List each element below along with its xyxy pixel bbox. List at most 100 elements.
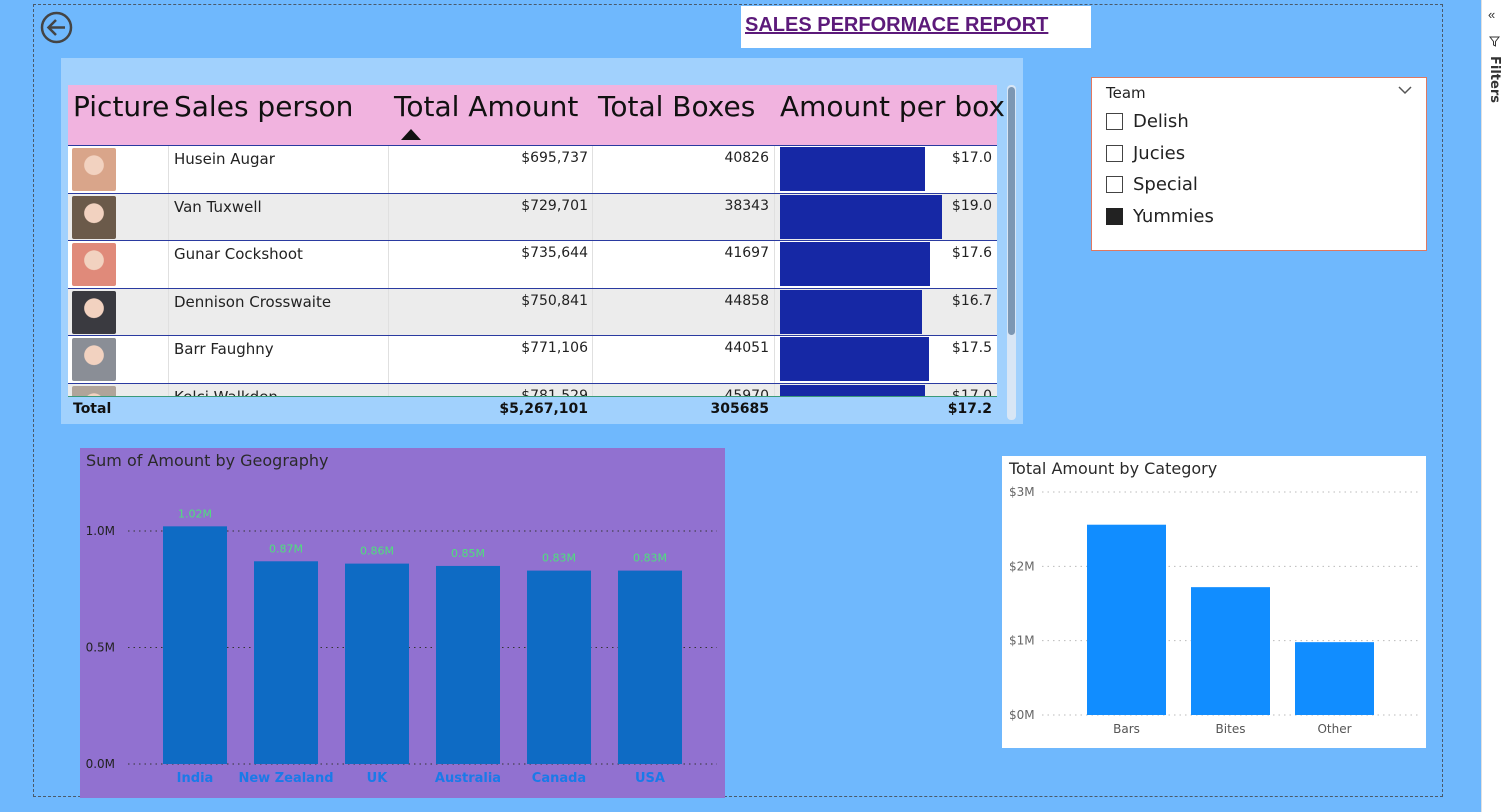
- x-tick-label: Bars: [1113, 722, 1140, 736]
- table-row[interactable]: Husein Augar $695,737 40826 $17.0: [68, 145, 997, 193]
- total-boxes-cell: 45970: [724, 387, 769, 397]
- report-title: SALES PERFORMACE REPORT: [745, 14, 1049, 36]
- header-sales-person[interactable]: Sales person: [174, 90, 353, 123]
- amount-per-box-cell: $19.0: [951, 197, 992, 214]
- bar[interactable]: [1191, 587, 1270, 715]
- category-bar-chart: Total Amount by Category $0M $1M $2M $3M Bar…: [1002, 456, 1426, 748]
- geo-chart-plot: 0.0M 0.5M 1.0M 1.02M India 0.87M New Zealand 0.…: [86, 507, 717, 786]
- geography-bar-chart: Sum of Amount by Geography 0.0M 0.5M 1.0M 1…: [80, 448, 725, 798]
- sales-person-name: Van Tuxwell: [174, 197, 262, 216]
- avatar: [72, 290, 116, 334]
- avatar: [72, 338, 116, 381]
- sales-table-visual: Picture Sales person Total Amount Total …: [61, 58, 1023, 424]
- table-scrollbar[interactable]: [1007, 85, 1016, 420]
- y-tick-label: $2M: [1009, 559, 1035, 573]
- cell-separator: [774, 241, 775, 288]
- sales-person-name: Husein Augar: [174, 150, 275, 168]
- sort-ascending-icon: [401, 129, 421, 140]
- amount-per-box-databar: [780, 194, 942, 239]
- team-slicer: Team Delish Jucies Special Yummies: [1091, 77, 1427, 251]
- collapse-pane-icon[interactable]: «: [1488, 7, 1495, 22]
- table-row[interactable]: Van Tuxwell $729,701 38343 $19.0: [68, 192, 997, 241]
- cell-separator: [168, 241, 169, 288]
- x-tick-label: UK: [367, 771, 389, 786]
- slicer-item-yummies[interactable]: Yummies: [1106, 205, 1406, 229]
- y-tick-label: 0.0M: [86, 757, 115, 771]
- table-row[interactable]: Dennison Crosswaite $750,841 44858 $16.7: [68, 287, 997, 336]
- data-label: 0.87M: [269, 542, 303, 555]
- amount-per-box-databar: [780, 289, 923, 334]
- cell-separator: [168, 146, 169, 193]
- scrollbar-thumb[interactable]: [1008, 87, 1015, 335]
- slicer-item-jucies[interactable]: Jucies: [1106, 142, 1406, 166]
- total-amount-cell: $729,701: [521, 197, 588, 214]
- amount-per-box-cell: $17.6: [951, 245, 992, 261]
- x-tick-label: Canada: [532, 771, 586, 786]
- chevron-down-icon[interactable]: [1398, 85, 1412, 95]
- amount-per-box-cell: $16.7: [951, 292, 992, 309]
- bar[interactable]: [1087, 524, 1166, 715]
- cell-separator: [168, 288, 169, 336]
- bar[interactable]: [436, 565, 500, 764]
- slicer-item-label: Delish: [1133, 111, 1189, 132]
- cell-separator: [388, 383, 389, 396]
- slicer-item-label: Jucies: [1133, 142, 1186, 164]
- amount-per-box-databar: [780, 147, 925, 191]
- bar[interactable]: [618, 570, 682, 764]
- y-tick-label: $1M: [1009, 634, 1035, 648]
- data-label: 0.83M: [542, 552, 576, 565]
- cell-separator: [592, 193, 593, 241]
- cell-separator: [388, 241, 389, 288]
- total-amount-cell: $771,106: [521, 340, 588, 356]
- amount-per-box-databar: [780, 337, 930, 381]
- header-total-amount[interactable]: Total Amount: [394, 90, 578, 123]
- back-arrow-icon[interactable]: [40, 11, 73, 44]
- data-label: 0.86M: [360, 545, 394, 558]
- slicer-item-delish[interactable]: Delish: [1106, 110, 1406, 134]
- y-tick-label: $3M: [1009, 485, 1035, 499]
- table-row[interactable]: Gunar Cockshoot $735,644 41697 $17.6: [68, 240, 997, 288]
- filters-pane[interactable]: « Filters: [1481, 0, 1504, 812]
- cell-separator: [774, 383, 775, 396]
- cell-separator: [774, 146, 775, 193]
- table-row[interactable]: Barr Faughny $771,106 44051 $17.5: [68, 335, 997, 383]
- checkbox[interactable]: [1106, 113, 1123, 130]
- x-tick-label: India: [177, 771, 214, 786]
- bar[interactable]: [345, 563, 409, 764]
- amount-per-box-cell: $17.0: [951, 387, 992, 397]
- slicer-item-label: Special: [1133, 174, 1198, 196]
- data-label: 0.85M: [451, 547, 485, 560]
- filter-funnel-icon: [1489, 36, 1500, 47]
- bar[interactable]: [163, 526, 227, 764]
- cell-separator: [168, 193, 169, 241]
- total-boxes-cell: 44051: [724, 340, 769, 356]
- bar[interactable]: [1295, 642, 1374, 715]
- slicer-title: Team: [1106, 84, 1146, 102]
- sales-person-name: Gunar Cockshoot: [174, 245, 303, 263]
- total-amount-cell: $735,644: [521, 245, 588, 261]
- avatar: [72, 243, 116, 286]
- avatar: [72, 195, 116, 239]
- checkbox[interactable]: [1106, 176, 1123, 194]
- header-picture[interactable]: Picture: [73, 90, 169, 123]
- y-tick-label: 1.0M: [86, 524, 115, 538]
- table-body: Husein Augar $695,737 40826 $17.0 Van Tuxwel…: [68, 145, 997, 396]
- table-row[interactable]: Kelci Walkden $781,529 45970 $17.0: [68, 382, 997, 397]
- y-tick-label: $0M: [1009, 708, 1035, 722]
- avatar: [72, 385, 116, 396]
- bar[interactable]: [527, 570, 591, 764]
- total-amount-cell: $695,737: [521, 150, 588, 166]
- table-header: Picture Sales person Total Amount Total …: [68, 85, 1005, 145]
- header-total-boxes[interactable]: Total Boxes: [598, 90, 755, 123]
- slicer-item-special[interactable]: Special: [1106, 173, 1406, 197]
- cell-separator: [774, 288, 775, 336]
- checkbox[interactable]: [1106, 144, 1123, 162]
- total-label: Total: [73, 401, 112, 417]
- header-amount-per-box[interactable]: Amount per box: [780, 90, 1005, 123]
- cell-separator: [388, 336, 389, 383]
- checkbox[interactable]: [1106, 208, 1123, 226]
- cell-separator: [592, 383, 593, 396]
- bar[interactable]: [254, 561, 318, 764]
- x-tick-label: Bites: [1216, 722, 1246, 736]
- cell-separator: [388, 146, 389, 193]
